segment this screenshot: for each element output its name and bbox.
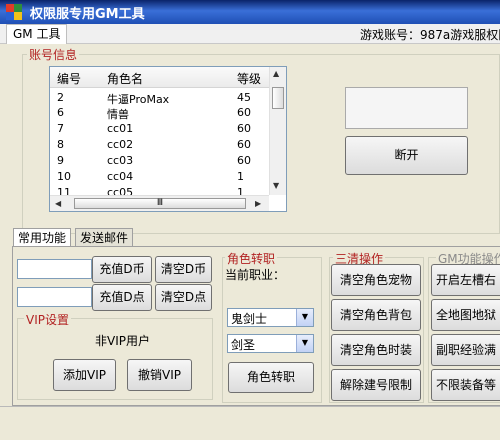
list-header: 编号 角色名 等级 [50, 67, 270, 88]
d-coin-input[interactable] [17, 259, 92, 279]
row-level: 60 [237, 122, 251, 135]
vip-status: 非VIP用户 [95, 334, 150, 348]
row-name: 情兽 [107, 108, 129, 121]
row-name: cc02 [107, 138, 134, 151]
list-row[interactable]: 8 cc02 60 [50, 138, 270, 153]
character-list[interactable]: 编号 角色名 等级 2 牛逼ProMax 45 6 情兽 60 7 cc01 6… [49, 66, 287, 212]
add-vip-button[interactable]: 添加VIP [53, 359, 116, 391]
job-transfer-button[interactable]: 角色转职 [228, 362, 314, 393]
menu-bar: GM 工具 游戏账号：987a游戏服权限 [0, 24, 500, 44]
unlimited-equip-button[interactable]: 不限装备等 [431, 369, 500, 401]
recharge-d-coin-button[interactable]: 充值D币 [92, 256, 152, 283]
clear-bag-button[interactable]: 清空角色背包 [331, 299, 421, 331]
unlock-create-limit-button[interactable]: 解除建号限制 [331, 369, 421, 401]
row-id: 11 [57, 186, 71, 195]
list-row[interactable]: 9 cc03 60 [50, 154, 270, 169]
class-select-value: 鬼剑士 [231, 312, 268, 326]
clear-d-point-button[interactable]: 清空D点 [155, 284, 212, 311]
row-id: 6 [57, 106, 64, 119]
status-panel [345, 87, 468, 129]
vertical-scroll-thumb[interactable] [272, 87, 284, 109]
row-name: cc05 [107, 186, 134, 195]
title-bar: 权限服专用GM工具 [0, 0, 500, 24]
window-title: 权限服专用GM工具 [30, 7, 145, 22]
clear-d-coin-button[interactable]: 清空D币 [155, 256, 212, 283]
open-left-slot-button[interactable]: 开启左槽右 [431, 264, 500, 296]
chevron-down-icon[interactable]: ▼ [296, 335, 313, 352]
clear-pets-button[interactable]: 清空角色宠物 [331, 264, 421, 296]
row-name: cc04 [107, 170, 134, 183]
column-header-id[interactable]: 编号 [57, 70, 81, 87]
row-id: 9 [57, 154, 64, 167]
scroll-right-icon[interactable]: ▶ [255, 199, 261, 208]
row-level: 60 [237, 106, 251, 119]
row-name: cc03 [107, 154, 134, 167]
row-id: 10 [57, 170, 71, 183]
recharge-d-point-button[interactable]: 充值D点 [92, 284, 152, 311]
job-exp-full-button[interactable]: 副职经验满 [431, 334, 500, 366]
tab-send-mail[interactable]: 发送邮件 [75, 228, 134, 248]
row-name: cc01 [107, 122, 134, 135]
menu-gm-tools[interactable]: GM 工具 [6, 24, 68, 44]
vip-legend: VIP设置 [24, 311, 71, 328]
row-level: 60 [237, 138, 251, 151]
row-level: 60 [237, 154, 251, 167]
column-header-name[interactable]: 角色名 [107, 70, 143, 87]
list-row[interactable]: 6 情兽 60 [50, 106, 270, 121]
row-id: 8 [57, 138, 64, 151]
current-job-label: 当前职业： [225, 268, 286, 282]
horizontal-scroll-thumb[interactable]: Ⅲ [74, 198, 246, 209]
row-name: 牛逼ProMax [107, 93, 170, 106]
status-bar [0, 406, 500, 440]
list-row[interactable]: 7 cc01 60 [50, 122, 270, 137]
app-icon [6, 4, 22, 20]
map-all-button[interactable]: 全地图地狱 [431, 299, 500, 331]
column-header-level[interactable]: 等级 [237, 70, 261, 87]
list-row[interactable]: 11 cc05 1 [50, 186, 270, 195]
row-level: 1 [237, 170, 244, 183]
row-id: 7 [57, 122, 64, 135]
row-level: 1 [237, 186, 244, 195]
tab-common-functions[interactable]: 常用功能 [13, 228, 72, 248]
job-transfer-legend: 角色转职 [225, 250, 278, 267]
row-id: 2 [57, 91, 64, 104]
subclass-select-value: 剑圣 [231, 338, 256, 352]
scroll-down-icon[interactable]: ▼ [273, 181, 279, 190]
cancel-vip-button[interactable]: 撤销VIP [127, 359, 192, 391]
list-row[interactable]: 10 cc04 1 [50, 170, 270, 185]
scroll-left-icon[interactable]: ◀ [55, 199, 61, 208]
subclass-select[interactable]: 剑圣 ▼ [227, 334, 314, 353]
account-info-legend: 账号信息 [27, 46, 80, 63]
horizontal-scrollbar[interactable]: ◀ Ⅲ ▶ [50, 195, 269, 211]
scroll-up-icon[interactable]: ▲ [273, 69, 279, 78]
class-select[interactable]: 鬼剑士 ▼ [227, 308, 314, 327]
disconnect-button[interactable]: 断开 [345, 136, 468, 175]
row-level: 45 [237, 91, 251, 104]
chevron-down-icon[interactable]: ▼ [296, 309, 313, 326]
clear-fashion-button[interactable]: 清空角色时装 [331, 334, 421, 366]
vertical-scrollbar[interactable]: ▲ ▼ [269, 67, 286, 195]
list-row[interactable]: 2 牛逼ProMax 45 [50, 91, 270, 106]
d-point-input[interactable] [17, 287, 92, 307]
account-label: 游戏账号：987a游戏服权限 [360, 28, 500, 42]
